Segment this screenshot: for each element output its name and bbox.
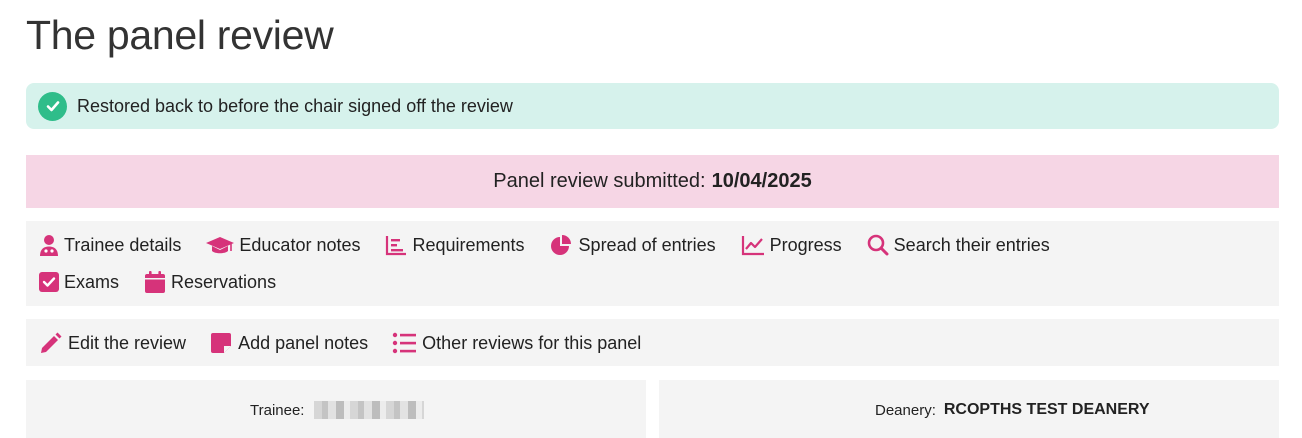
add-panel-notes-button[interactable]: Add panel notes xyxy=(210,332,368,354)
pie-chart-icon xyxy=(550,235,571,255)
calendar-icon xyxy=(145,271,166,293)
note-icon xyxy=(211,333,232,353)
spread-of-entries-link[interactable]: Spread of entries xyxy=(549,234,716,256)
spread-of-entries-label: Spread of entries xyxy=(578,234,716,255)
success-alert: Restored back to before the chair signed… xyxy=(26,83,1279,129)
submission-date: 10/04/2025 xyxy=(711,170,812,192)
graduation-cap-icon xyxy=(206,237,235,254)
line-chart-icon xyxy=(741,236,764,256)
exams-link[interactable]: Exams xyxy=(38,271,119,293)
bar-chart-icon xyxy=(386,236,407,256)
progress-label: Progress xyxy=(769,234,842,255)
search-entries-label: Search their entries xyxy=(893,234,1050,255)
checkbox-icon xyxy=(39,272,59,292)
add-panel-notes-label: Add panel notes xyxy=(238,332,369,353)
trainee-card: Trainee: xyxy=(26,380,646,438)
requirements-link[interactable]: Requirements xyxy=(384,234,525,256)
trainee-details-label: Trainee details xyxy=(64,234,182,255)
check-circle-icon xyxy=(38,91,67,121)
requirements-label: Requirements xyxy=(412,234,525,255)
list-icon xyxy=(392,332,417,354)
review-actions-toolbar: Edit the review Add panel notes Other re… xyxy=(26,319,1279,366)
educator-notes-label: Educator notes xyxy=(239,234,361,255)
deanery-label: Deanery: xyxy=(875,401,936,419)
other-reviews-button[interactable]: Other reviews for this panel xyxy=(392,332,641,354)
submission-banner: Panel review submitted: 10/04/2025 xyxy=(26,155,1279,208)
edit-review-button[interactable]: Edit the review xyxy=(38,331,186,355)
page-title: The panel review xyxy=(26,12,334,58)
search-entries-link[interactable]: Search their entries xyxy=(866,234,1050,256)
trainee-nav-toolbar: Trainee details Educator notes Requireme… xyxy=(26,221,1279,306)
exams-label: Exams xyxy=(64,271,120,292)
edit-review-label: Edit the review xyxy=(68,332,187,353)
reservations-label: Reservations xyxy=(171,271,277,292)
alert-message: Restored back to before the chair signed… xyxy=(77,95,513,116)
search-icon xyxy=(867,234,889,256)
deanery-card: Deanery: RCOPTHS TEST DEANERY xyxy=(659,380,1279,438)
user-doctor-icon xyxy=(40,235,58,256)
progress-link[interactable]: Progress xyxy=(740,234,842,256)
trainee-details-link[interactable]: Trainee details xyxy=(38,234,181,256)
trainee-field: Trainee: xyxy=(250,401,425,419)
banner-label: Panel review submitted: xyxy=(493,170,706,192)
other-reviews-label: Other reviews for this panel xyxy=(422,332,642,353)
trainee-label: Trainee: xyxy=(250,401,305,419)
pencil-icon xyxy=(41,332,62,353)
educator-notes-link[interactable]: Educator notes xyxy=(205,234,360,256)
trainee-name-redacted xyxy=(314,401,425,419)
deanery-value: RCOPTHS TEST DEANERY xyxy=(943,401,1150,418)
deanery-field: Deanery: RCOPTHS TEST DEANERY xyxy=(875,401,1150,419)
reservations-link[interactable]: Reservations xyxy=(143,270,276,294)
